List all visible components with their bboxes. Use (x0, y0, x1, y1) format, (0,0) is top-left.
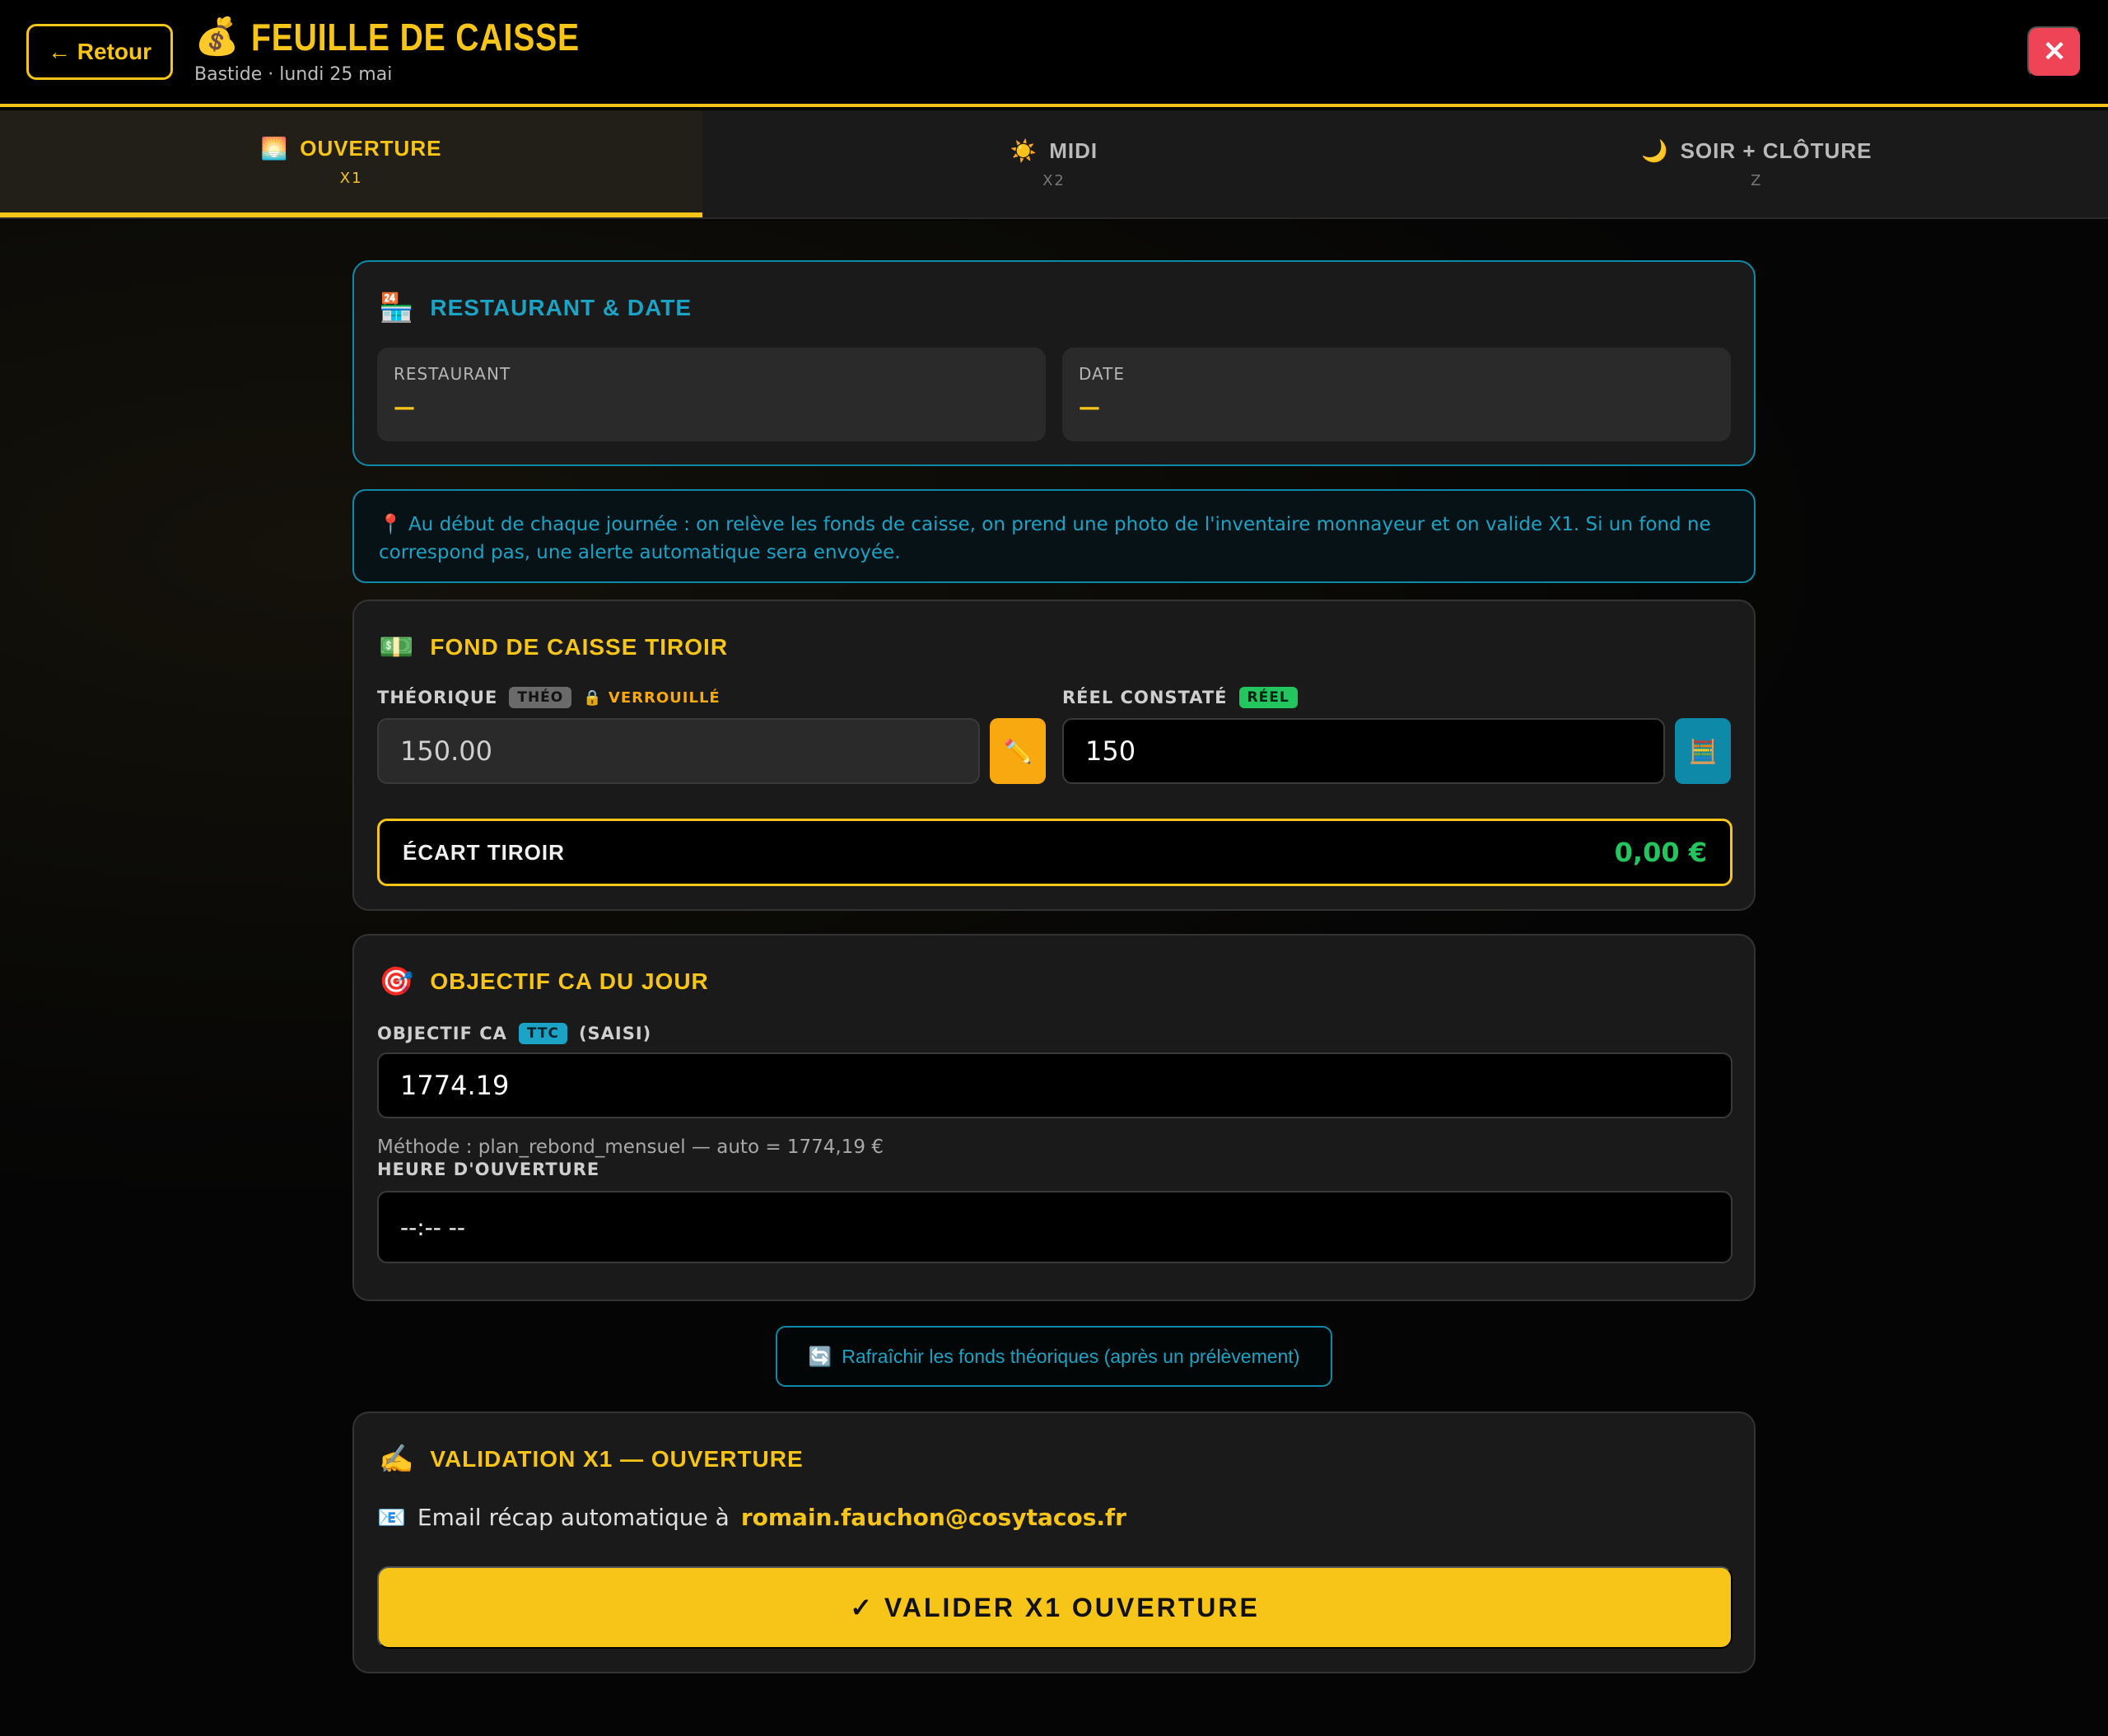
refresh-label: Rafraîchir les fonds théoriques (après u… (842, 1345, 1300, 1367)
date-value: — (1079, 395, 1100, 420)
moon-icon: 🌙 (1641, 138, 1669, 163)
email-address: romain.fauchon@cosytacos.fr (740, 1504, 1126, 1531)
fond-caisse-card: 💵 FOND DE CAISSE TIROIR THÉORIQUE THÉO 🔒… (352, 600, 1756, 911)
shift-tabs: 🌅 OUVERTURE X1 ☀️ MIDI X2 🌙 SOIR + CLÔTU… (0, 110, 2108, 219)
tab-soir-cloture[interactable]: 🌙 SOIR + CLÔTURE Z (1406, 110, 2108, 217)
reel-label-row: RÉEL CONSTATÉ RÉEL (1062, 687, 1298, 708)
banknote-icon: 💵 (379, 631, 414, 664)
ecart-tiroir: ÉCART TIROIR 0,00 € (377, 819, 1733, 886)
objectif-card: 🎯 OBJECTIF CA DU JOUR OBJECTIF CA TTC (S… (352, 934, 1756, 1301)
card-title-text: FOND DE CAISSE TIROIR (430, 634, 729, 660)
card-title: ✍️ VALIDATION X1 — OUVERTURE (379, 1443, 804, 1476)
tab-sub: X1 (339, 170, 363, 187)
tab-sub: X2 (1042, 172, 1066, 189)
email-prefix: Email récap automatique à (417, 1504, 730, 1531)
reel-label: RÉEL CONSTATÉ (1062, 688, 1228, 707)
page-title: FEUILLE DE CAISSE (250, 16, 580, 58)
pin-icon: 📍 (379, 514, 403, 535)
calculator-button[interactable]: 🧮 (1675, 718, 1731, 784)
sunrise-icon: 🌅 (260, 136, 289, 161)
email-row: 📧 Email récap automatique à romain.fauch… (377, 1504, 1126, 1531)
validation-card: ✍️ VALIDATION X1 — OUVERTURE 📧 Email réc… (352, 1412, 1756, 1673)
locked-badge: 🔒 VERROUILLÉ (583, 688, 721, 707)
abacus-icon: 🧮 (1688, 737, 1718, 765)
card-title: 🏪 RESTAURANT & DATE (379, 292, 692, 324)
tab-label: OUVERTURE (300, 136, 442, 161)
tab-ouverture[interactable]: 🌅 OUVERTURE X1 (0, 110, 703, 217)
restaurant-date-card: 🏪 RESTAURANT & DATE RESTAURANT — DATE — (352, 260, 1756, 466)
ecart-value: 0,00 € (1614, 837, 1707, 868)
refresh-button[interactable]: 🔄 Rafraîchir les fonds théoriques (après… (776, 1326, 1332, 1387)
writing-hand-icon: ✍️ (379, 1443, 414, 1476)
saisi-label: (SAISI) (578, 1024, 652, 1043)
method-text: Méthode : plan_rebond_mensuel — auto = 1… (377, 1136, 884, 1158)
edit-theorique-button[interactable]: ✏️ (990, 718, 1046, 784)
pencil-icon: ✏️ (1003, 737, 1033, 765)
ttc-badge: TTC (518, 1023, 567, 1044)
reel-input[interactable]: 150 (1062, 718, 1665, 784)
card-title-text: VALIDATION X1 — OUVERTURE (430, 1446, 804, 1472)
tab-midi[interactable]: ☀️ MIDI X2 (702, 110, 1405, 217)
reel-badge: RÉEL (1238, 687, 1298, 708)
card-title: 🎯 OBJECTIF CA DU JOUR (379, 965, 709, 998)
date-field[interactable]: DATE — (1062, 348, 1731, 441)
info-banner: 📍 Au début de chaque journée : on relève… (352, 489, 1756, 583)
target-icon: 🎯 (379, 965, 414, 998)
objectif-input[interactable]: 1774.19 (377, 1052, 1733, 1118)
restaurant-label: RESTAURANT (394, 364, 511, 384)
card-title-text: RESTAURANT & DATE (430, 295, 693, 320)
objectif-label-row: OBJECTIF CA TTC (SAISI) (377, 1023, 651, 1044)
card-title-text: OBJECTIF CA DU JOUR (430, 968, 709, 994)
card-title: 💵 FOND DE CAISSE TIROIR (379, 631, 728, 664)
money-bag-icon: 💰 (194, 16, 240, 58)
validate-x1-button[interactable]: ✓ VALIDER X1 OUVERTURE (377, 1566, 1733, 1649)
theorique-label: THÉORIQUE (377, 688, 498, 707)
restaurant-field[interactable]: RESTAURANT — (377, 348, 1046, 441)
sun-icon: ☀️ (1010, 138, 1038, 163)
close-button[interactable]: ✕ (2027, 26, 2082, 77)
theorique-label-row: THÉORIQUE THÉO 🔒 VERROUILLÉ (377, 687, 721, 708)
restaurant-value: — (394, 395, 415, 420)
objectif-label: OBJECTIF CA (377, 1024, 507, 1043)
heure-input[interactable]: --:-- -- (377, 1191, 1733, 1263)
tab-label: MIDI (1049, 138, 1098, 163)
heure-label-row: HEURE D'OUVERTURE (377, 1160, 599, 1179)
theorique-input: 150.00 (377, 718, 980, 784)
back-button[interactable]: ← Retour (26, 24, 173, 80)
email-icon: 📧 (377, 1504, 406, 1531)
tab-sub: Z (1751, 172, 1763, 189)
ecart-label: ÉCART TIROIR (403, 839, 565, 865)
refresh-icon: 🔄 (808, 1345, 832, 1367)
heure-label: HEURE D'OUVERTURE (377, 1160, 600, 1179)
info-text: Au début de chaque journée : on relève l… (379, 514, 1711, 563)
date-label: DATE (1079, 364, 1126, 384)
page-subtitle: Bastide · lundi 25 mai (194, 64, 393, 85)
store-icon: 🏪 (379, 292, 414, 324)
theo-badge: THÉO (509, 687, 572, 708)
page-title-block: 💰 FEUILLE DE CAISSE Bastide · lundi 25 m… (194, 15, 637, 85)
tab-label: SOIR + CLÔTURE (1680, 138, 1872, 163)
app-header: ← Retour 💰 FEUILLE DE CAISSE Bastide · l… (0, 0, 2108, 107)
